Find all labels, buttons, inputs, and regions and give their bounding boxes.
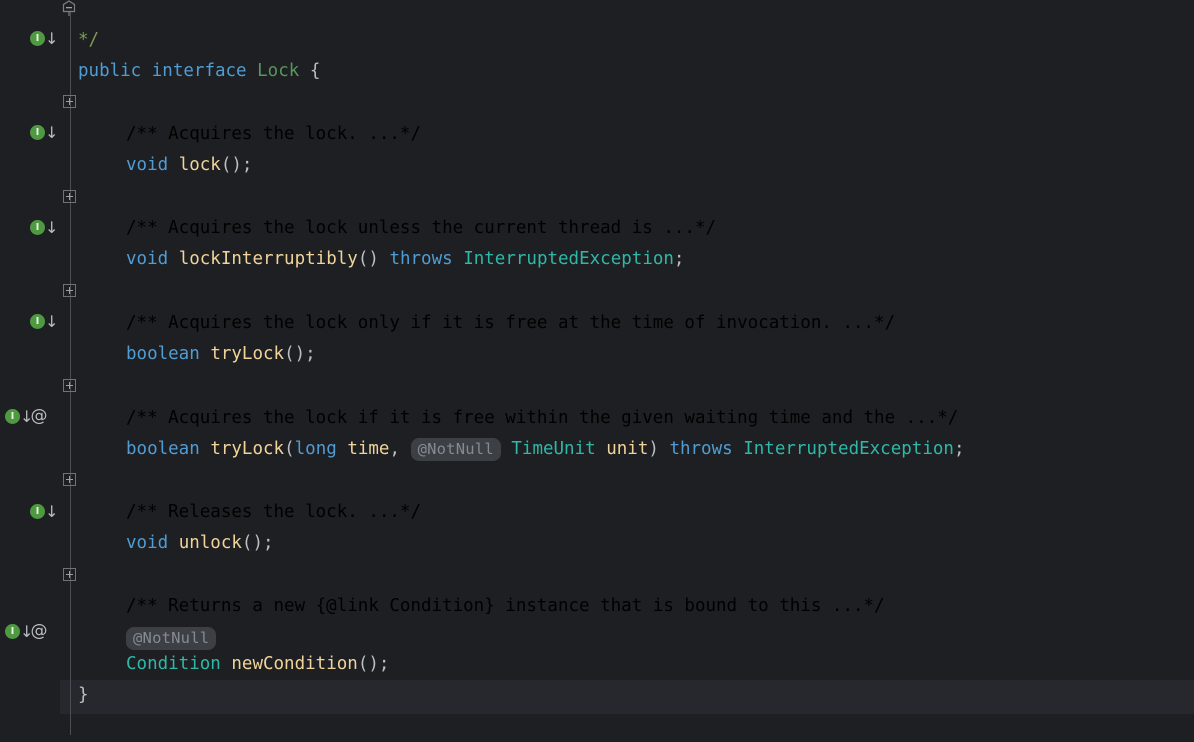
token-comma: , [389,439,411,459]
token-keyword-throws: throws [669,439,733,459]
token-type-interrupted-exception: InterruptedException [463,249,674,269]
code-line[interactable]: */ [0,0,1194,50]
code-line[interactable]: /** Acquires the lock if it is free with… [0,372,1194,428]
code-text: void lock(); [126,150,252,181]
token-method-lock-interruptibly: lockInterruptibly [178,249,358,269]
token-param-unit: unit [606,439,649,459]
code-editor[interactable]: I ↓ I ↓ I ↓ I ↓ I ↓ I ↓ I ↓ @ @ */ publi… [0,0,1194,735]
token-keyword-interface: interface [151,61,247,81]
token-keyword-boolean: boolean [126,344,200,364]
token-parens-semi: (); [284,344,316,364]
token-method-lock: lock [178,155,221,175]
token-method-trylock: tryLock [210,344,285,364]
token-parens: () [357,249,390,269]
token-type-interrupted-exception: InterruptedException [743,439,954,459]
token-brace-close: } [78,685,89,705]
token-semicolon: ; [953,439,965,459]
token-keyword-void: void [126,155,169,175]
token-close-paren: ) [648,439,670,459]
token-keyword-long: long [294,439,337,459]
token-open-paren: ( [284,439,295,459]
code-text: boolean tryLock(); [126,339,316,370]
code-line[interactable]: /** Returns a new {@link Condition} inst… [0,560,1194,616]
token-param-time: time [347,439,390,459]
caret-line-highlight [0,680,1194,714]
token-type-timeunit: TimeUnit [511,439,596,459]
code-line[interactable]: /** Acquires the lock only if it is free… [0,277,1194,333]
code-line[interactable]: void unlock(); [0,497,1194,553]
token-method-trylock: tryLock [210,439,285,459]
code-line[interactable]: void lockInterruptibly() throws Interrup… [0,213,1194,269]
token-keyword-void: void [126,533,169,553]
code-line[interactable]: void lock(); [0,119,1194,175]
token-keyword-public: public [78,61,142,81]
inlay-hint-notnull[interactable]: @NotNull [410,438,501,461]
token-keyword-boolean: boolean [126,439,200,459]
code-line[interactable]: boolean tryLock(long time, @NotNull Time… [0,403,1194,461]
code-line[interactable]: Condition newCondition(); [0,618,1194,674]
token-method-unlock: unlock [178,533,242,553]
code-line[interactable]: boolean tryLock(); [0,308,1194,364]
token-brace-open: { [299,61,321,81]
token-keyword-throws: throws [389,249,453,269]
code-text: boolean tryLock(long time, @NotNull Time… [126,434,964,465]
code-line[interactable]: /** Acquires the lock unless the current… [0,182,1194,238]
code-line[interactable]: /** Releases the lock. ...*/ [0,466,1194,522]
token-parens-semi: (); [220,155,253,175]
code-text: } [78,680,89,711]
code-text: void lockInterruptibly() throws Interrup… [126,244,684,275]
token-parens-semi: (); [241,533,274,553]
code-text: void unlock(); [126,528,274,559]
token-interface-name-lock: Lock [257,61,300,81]
code-text: public interface Lock { [78,56,320,87]
code-line[interactable]: public interface Lock { [0,25,1194,81]
code-line[interactable]: /** Acquires the lock. ...*/ [0,88,1194,144]
token-keyword-void: void [126,249,169,269]
token-semicolon: ; [673,249,685,269]
code-line[interactable]: } [0,649,1194,705]
